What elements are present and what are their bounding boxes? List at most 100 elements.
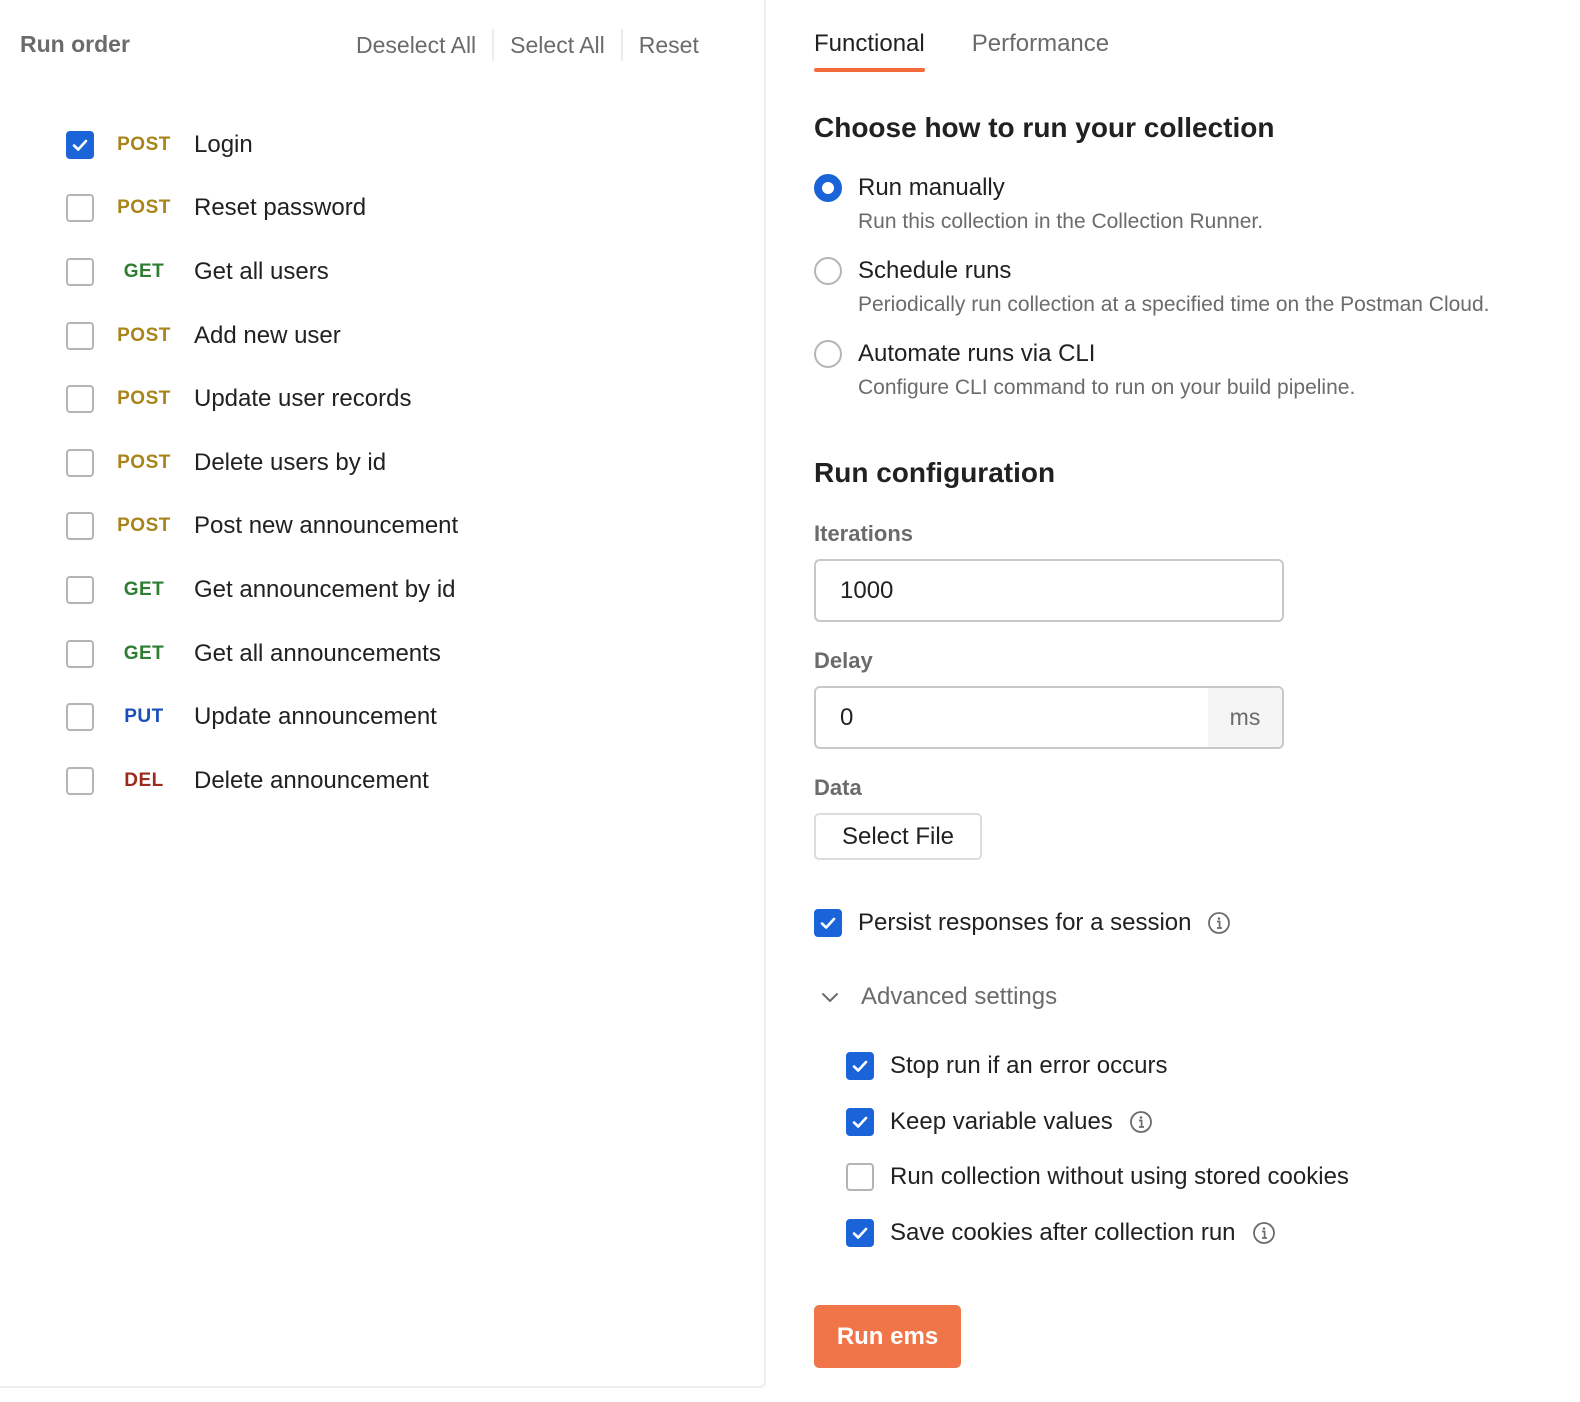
request-item[interactable]: PUT Update announcement [66, 685, 458, 749]
request-item[interactable]: POST Delete users by id [66, 431, 458, 495]
run-order-title: Run order [20, 31, 130, 57]
run-mode-description: Configure CLI command to run on your bui… [858, 376, 1356, 399]
advanced-option-label: Stop run if an error occurs [890, 1052, 1168, 1079]
request-name: Post new announcement [194, 512, 459, 540]
info-icon[interactable] [1252, 1221, 1276, 1245]
runner-tabs: Functional Performance [814, 30, 1109, 72]
advanced-option-checkbox[interactable] [846, 1163, 874, 1191]
request-method: POST [117, 515, 171, 537]
request-checkbox[interactable] [66, 130, 94, 159]
run-mode-text: Automate runs via CLI Configure CLI comma… [858, 338, 1355, 400]
request-name: Get all announcements [194, 639, 441, 667]
collection-runner: Run order Deselect All Select All Reset … [0, 0, 1580, 1402]
run-order-panel: Run order Deselect All Select All Reset … [0, 0, 766, 1388]
run-mode-option[interactable]: Run manually Run this collection in the C… [814, 172, 1490, 255]
run-mode-label: Automate runs via CLI [858, 340, 1096, 367]
advanced-option[interactable]: Stop run if an error occurs [846, 1050, 1167, 1082]
run-mode-radio[interactable] [814, 257, 842, 285]
delay-unit: ms [1208, 688, 1282, 747]
request-checkbox[interactable] [66, 639, 94, 668]
request-name: Get all users [194, 257, 329, 285]
advanced-option-checkbox[interactable] [846, 1052, 874, 1080]
info-icon[interactable] [1207, 911, 1231, 935]
advanced-option-label: Save cookies after collection run [890, 1219, 1236, 1246]
delay-value: 0 [840, 703, 854, 731]
advanced-option[interactable]: Keep variable values [846, 1106, 1153, 1138]
request-name: Add new user [194, 321, 341, 349]
request-method: GET [123, 578, 165, 600]
request-method: POST [117, 388, 171, 410]
request-checkbox[interactable] [66, 194, 94, 223]
iterations-label: Iterations [814, 521, 914, 546]
advanced-option-label: Keep variable values [890, 1108, 1113, 1135]
select-file-button[interactable]: Select File [814, 813, 982, 860]
request-item[interactable]: POST Post new announcement [66, 495, 458, 559]
advanced-option[interactable]: Save cookies after collection run [846, 1217, 1276, 1249]
request-method: DEL [124, 769, 164, 791]
run-mode-label: Run manually [858, 174, 1005, 201]
info-icon[interactable] [1129, 1110, 1153, 1134]
run-mode-text: Run manually Run this collection in the C… [858, 172, 1263, 234]
data-label: Data [814, 775, 862, 800]
run-mode-text: Schedule runs Periodically run collection… [858, 255, 1490, 317]
request-checkbox[interactable] [66, 257, 94, 286]
request-item[interactable]: GET Get all users [66, 240, 458, 304]
tab-performance[interactable]: Performance [972, 30, 1109, 72]
request-item[interactable]: POST Add new user [66, 304, 458, 368]
request-method: POST [117, 451, 171, 473]
run-mode-description: Run this collection in the Collection Ru… [858, 210, 1264, 233]
checkmark-icon [852, 1060, 868, 1072]
request-method: POST [117, 324, 171, 346]
iterations-field[interactable]: 1000 [814, 559, 1284, 622]
select-all-button[interactable]: Select All [494, 32, 621, 59]
checkmark-icon [72, 139, 88, 151]
request-checkbox[interactable] [66, 766, 94, 795]
request-name: Delete announcement [194, 766, 429, 794]
request-method: POST [117, 197, 171, 219]
run-mode-options: Run manually Run this collection in the C… [814, 172, 1490, 421]
checkmark-icon [852, 1116, 868, 1128]
request-checkbox[interactable] [66, 385, 94, 414]
persist-responses-option[interactable]: Persist responses for a session [814, 907, 1231, 939]
run-configuration-title: Run configuration [814, 457, 1056, 488]
run-mode-label: Schedule runs [858, 257, 1012, 284]
advanced-option[interactable]: Run collection without using stored cook… [846, 1161, 1349, 1193]
request-checkbox[interactable] [66, 321, 94, 350]
iterations-value: 1000 [840, 576, 894, 604]
request-method: POST [117, 133, 171, 155]
run-mode-option[interactable]: Automate runs via CLI Configure CLI comma… [814, 338, 1490, 421]
run-mode-radio[interactable] [814, 174, 842, 202]
chevron-down-icon [818, 985, 842, 1009]
tab-functional[interactable]: Functional [814, 30, 925, 72]
run-collection-button[interactable]: Run ems [814, 1305, 961, 1368]
request-item[interactable]: POST Reset password [66, 177, 458, 241]
request-checkbox[interactable] [66, 448, 94, 477]
delay-field[interactable]: 0 ms [814, 686, 1284, 749]
run-mode-option[interactable]: Schedule runs Periodically run collection… [814, 255, 1490, 338]
deselect-all-button[interactable]: Deselect All [340, 32, 492, 59]
persist-responses-checkbox[interactable] [814, 909, 842, 937]
request-name: Delete users by id [194, 448, 387, 476]
request-checkbox[interactable] [66, 512, 94, 541]
run-mode-radio[interactable] [814, 340, 842, 368]
request-name: Get announcement by id [194, 575, 456, 603]
persist-responses-label: Persist responses for a session [858, 909, 1192, 936]
request-checkbox[interactable] [66, 575, 94, 604]
advanced-option-checkbox[interactable] [846, 1108, 874, 1136]
advanced-settings-toggle[interactable]: Advanced settings [818, 983, 1057, 1011]
reset-button[interactable]: Reset [623, 32, 715, 59]
request-item[interactable]: GET Get announcement by id [66, 558, 458, 622]
advanced-settings-label: Advanced settings [861, 983, 1058, 1010]
request-checkbox[interactable] [66, 703, 94, 732]
request-list: POST Login POST Reset password GET Get all us… [66, 113, 458, 813]
request-method: PUT [124, 706, 164, 728]
request-item[interactable]: POST Login [66, 113, 458, 177]
advanced-option-checkbox[interactable] [846, 1219, 874, 1247]
run-order-actions: Deselect All Select All Reset [340, 28, 715, 62]
checkmark-icon [820, 917, 836, 929]
request-name: Update user records [194, 385, 412, 413]
request-item[interactable]: GET Get all announcements [66, 622, 458, 686]
request-item[interactable]: DEL Delete announcement [66, 749, 458, 813]
request-name: Reset password [194, 194, 367, 222]
request-item[interactable]: POST Update user records [66, 367, 458, 431]
